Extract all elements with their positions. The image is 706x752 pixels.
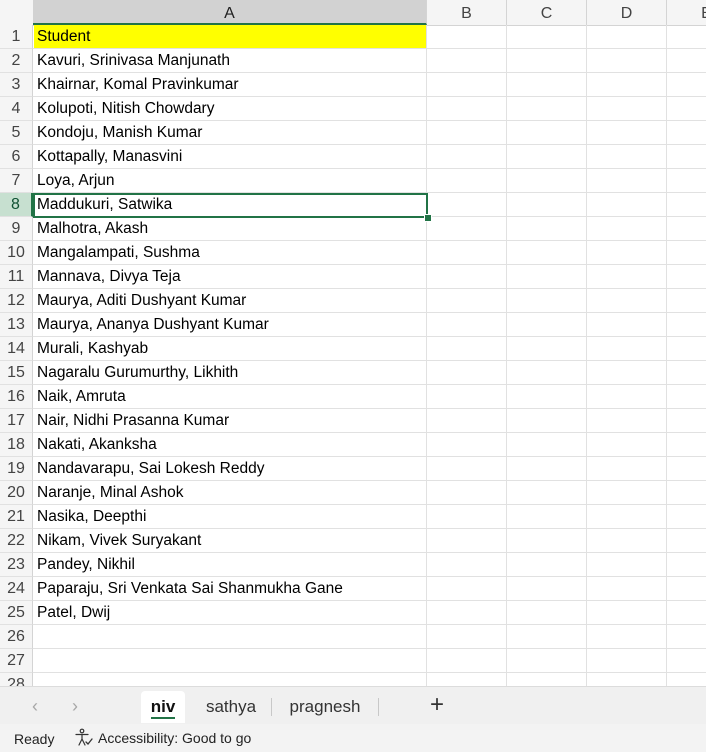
cell-a[interactable]: Loya, Arjun [34,169,426,192]
accessibility-status[interactable]: Accessibility: Good to go [74,728,251,748]
row-header[interactable]: 19 [0,457,33,481]
fill-handle[interactable] [424,214,432,222]
cell-a[interactable]: Nandavarapu, Sai Lokesh Reddy [34,457,426,480]
sheet-tab-pragnesh[interactable]: pragnesh [282,691,368,723]
header-cell-a1[interactable]: Student [34,25,426,48]
cell-a[interactable]: Nair, Nidhi Prasanna Kumar [34,409,426,432]
gridline-vertical [506,25,507,686]
tab-separator [271,698,272,716]
row-header[interactable]: 16 [0,385,33,409]
prev-sheet-icon[interactable]: ‹ [24,696,46,716]
row-header[interactable]: 10 [0,241,33,265]
cell-a[interactable]: Naranje, Minal Ashok [34,481,426,504]
column-header-d[interactable]: D [587,0,667,25]
cell-a[interactable] [34,673,426,686]
cell-a[interactable]: Naik, Amruta [34,385,426,408]
row-header[interactable]: 5 [0,121,33,145]
row-header[interactable]: 27 [0,649,33,673]
sheet-tab-niv[interactable]: niv [141,691,185,723]
accessibility-icon [74,728,94,748]
row-header[interactable]: 24 [0,577,33,601]
select-all-corner[interactable] [0,0,34,25]
cell-a[interactable]: Nasika, Deepthi [34,505,426,528]
row-header[interactable]: 2 [0,49,33,73]
sheet-tab-label: niv [150,697,176,716]
cell-a[interactable] [34,625,426,648]
accessibility-text: Accessibility: Good to go [98,730,252,746]
row-header[interactable]: 3 [0,73,33,97]
row-header[interactable]: 8 [0,193,33,217]
cell-a[interactable]: Nakati, Akanksha [34,433,426,456]
cell-a[interactable]: Mangalampati, Sushma [34,241,426,264]
add-sheet-icon[interactable]: + [425,693,449,717]
row-header[interactable]: 23 [0,553,33,577]
cell-a[interactable] [34,649,426,672]
cell-a[interactable]: Malhotra, Akash [34,217,426,240]
row-header[interactable]: 21 [0,505,33,529]
cell-a[interactable]: Khairnar, Komal Pravinkumar [34,73,426,96]
cell-a[interactable]: Murali, Kashyab [34,337,426,360]
row-header[interactable]: 7 [0,169,33,193]
cell-a[interactable]: Nikam, Vivek Suryakant [34,529,426,552]
next-sheet-icon[interactable]: › [64,696,86,716]
row-header[interactable]: 6 [0,145,33,169]
column-header-bar: A B C D E [0,0,706,26]
status-ready-text: Ready [14,731,55,747]
gridline-vertical [426,25,427,686]
gridline-vertical [666,25,667,686]
row-header[interactable]: 28 [0,673,33,686]
row-header[interactable]: 1 [0,25,33,49]
tab-separator [378,698,379,716]
row-header[interactable]: 13 [0,313,33,337]
row-header[interactable]: 20 [0,481,33,505]
cell-a[interactable]: Kondoju, Manish Kumar [34,121,426,144]
cell-a[interactable]: Mannava, Divya Teja [34,265,426,288]
active-cell-border [33,193,428,218]
cell-a[interactable]: Paparaju, Sri Venkata Sai Shanmukha Gane [34,577,426,600]
cell-a[interactable]: Kottapally, Manasvini [34,145,426,168]
row-header[interactable]: 9 [0,217,33,241]
cell-a[interactable]: Nagaralu Gurumurthy, Likhith [34,361,426,384]
row-header[interactable]: 14 [0,337,33,361]
sheet-tab-label: pragnesh [289,697,361,716]
row-header[interactable]: 18 [0,433,33,457]
status-bar: Ready Accessibility: Good to go [0,724,706,752]
cell-a[interactable]: Maurya, Ananya Dushyant Kumar [34,313,426,336]
row-header[interactable]: 25 [0,601,33,625]
cell-a[interactable]: Kolupoti, Nitish Chowdary [34,97,426,120]
row-header[interactable]: 4 [0,97,33,121]
row-header[interactable]: 15 [0,361,33,385]
sheet-tab-label: sathya [205,697,257,716]
gridline-vertical [586,25,587,686]
cell-a[interactable]: Kavuri, Srinivasa Manjunath [34,49,426,72]
row-header[interactable]: 22 [0,529,33,553]
sheet-tab-bar: ‹ › niv sathya pragnesh + [0,686,706,725]
column-header-a[interactable]: A [33,0,427,25]
sheet-tab-sathya[interactable]: sathya [198,691,264,723]
row-header[interactable]: 12 [0,289,33,313]
cell-a[interactable]: Maurya, Aditi Dushyant Kumar [34,289,426,312]
spreadsheet-grid[interactable]: A B C D E 1Student2Kavuri, Srinivasa Man… [0,0,706,686]
cell-a[interactable]: Patel, Dwij [34,601,426,624]
column-header-b[interactable]: B [427,0,507,25]
active-tab-underline [151,717,175,719]
row-header[interactable]: 17 [0,409,33,433]
cell-a[interactable]: Pandey, Nikhil [34,553,426,576]
column-header-c[interactable]: C [507,0,587,25]
row-header[interactable]: 26 [0,625,33,649]
row-header[interactable]: 11 [0,265,33,289]
column-header-e[interactable]: E [667,0,706,25]
